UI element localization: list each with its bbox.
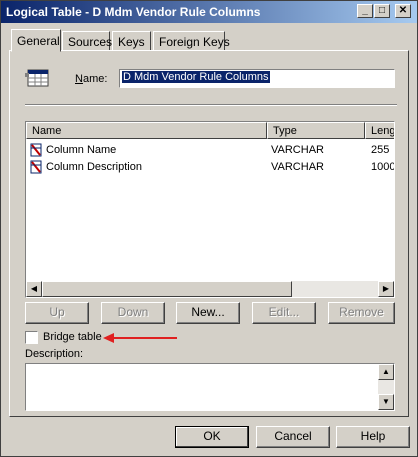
tab-keys[interactable]: Keys xyxy=(112,31,151,51)
name-field[interactable]: D Mdm Vendor Rule Columns xyxy=(119,69,395,88)
up-button[interactable]: Up xyxy=(25,302,89,324)
column-length-cell: 1000 xyxy=(371,161,395,173)
column-name-cell: Column Name xyxy=(46,144,117,156)
tab-foreign-keys[interactable]: Foreign Keys xyxy=(153,31,230,51)
list-item[interactable]: Column Name VARCHAR 255 xyxy=(26,142,394,159)
maximize-button[interactable]: □ xyxy=(374,4,390,18)
table-icon xyxy=(25,69,49,87)
tab-general[interactable]: General xyxy=(11,29,61,52)
description-label: Description: xyxy=(25,348,84,360)
edit-button[interactable]: Edit... xyxy=(252,302,316,324)
cancel-button[interactable]: Cancel xyxy=(256,426,330,448)
scroll-up-icon[interactable]: ▲ xyxy=(378,364,394,380)
column-type-cell: VARCHAR xyxy=(271,161,324,173)
window-title: Logical Table - D Mdm Vendor Rule Column… xyxy=(6,5,261,19)
list-item[interactable]: Column Description VARCHAR 1000 xyxy=(26,159,394,176)
list-header: Name Type Leng xyxy=(26,122,394,139)
bridge-table-label[interactable]: Bridge table xyxy=(43,331,102,343)
column-header-type[interactable]: Type xyxy=(267,122,365,139)
column-name-cell: Column Description xyxy=(46,161,142,173)
column-header-length[interactable]: Leng xyxy=(365,122,394,139)
name-label: Name: xyxy=(75,73,108,85)
columns-list[interactable]: Name Type Leng Column Name VARCHAR 255 C… xyxy=(25,121,395,298)
new-button[interactable]: New... xyxy=(176,302,240,324)
scroll-down-icon[interactable]: ▼ xyxy=(378,394,394,410)
ok-button[interactable]: OK xyxy=(175,426,249,448)
description-scrollbar[interactable]: ▲ ▼ xyxy=(378,364,394,410)
scroll-thumb[interactable] xyxy=(42,281,292,297)
name-value: D Mdm Vendor Rule Columns xyxy=(122,71,270,83)
annotation-arrow-icon xyxy=(103,333,177,343)
scroll-right-icon[interactable]: ▶ xyxy=(378,281,394,297)
remove-button[interactable]: Remove xyxy=(328,302,395,324)
description-field[interactable]: ▲ ▼ xyxy=(25,363,395,411)
bridge-table-checkbox[interactable] xyxy=(25,331,38,344)
column-type-cell: VARCHAR xyxy=(271,144,324,156)
tab-sources[interactable]: Sources xyxy=(62,31,112,51)
title-bar[interactable]: Logical Table - D Mdm Vendor Rule Column… xyxy=(1,1,417,23)
column-length-cell: 255 xyxy=(371,144,390,156)
column-icon xyxy=(30,143,42,157)
scroll-left-icon[interactable]: ◀ xyxy=(26,281,42,297)
close-button[interactable]: ✕ xyxy=(395,4,411,18)
minimize-button[interactable]: _ xyxy=(357,4,373,18)
column-icon xyxy=(30,160,42,174)
help-button[interactable]: Help xyxy=(336,426,410,448)
column-header-name[interactable]: Name xyxy=(26,122,267,139)
down-button[interactable]: Down xyxy=(101,302,165,324)
logical-table-dialog: Logical Table - D Mdm Vendor Rule Column… xyxy=(0,0,418,457)
divider xyxy=(25,104,397,106)
horizontal-scrollbar[interactable]: ◀ ▶ xyxy=(26,281,394,297)
